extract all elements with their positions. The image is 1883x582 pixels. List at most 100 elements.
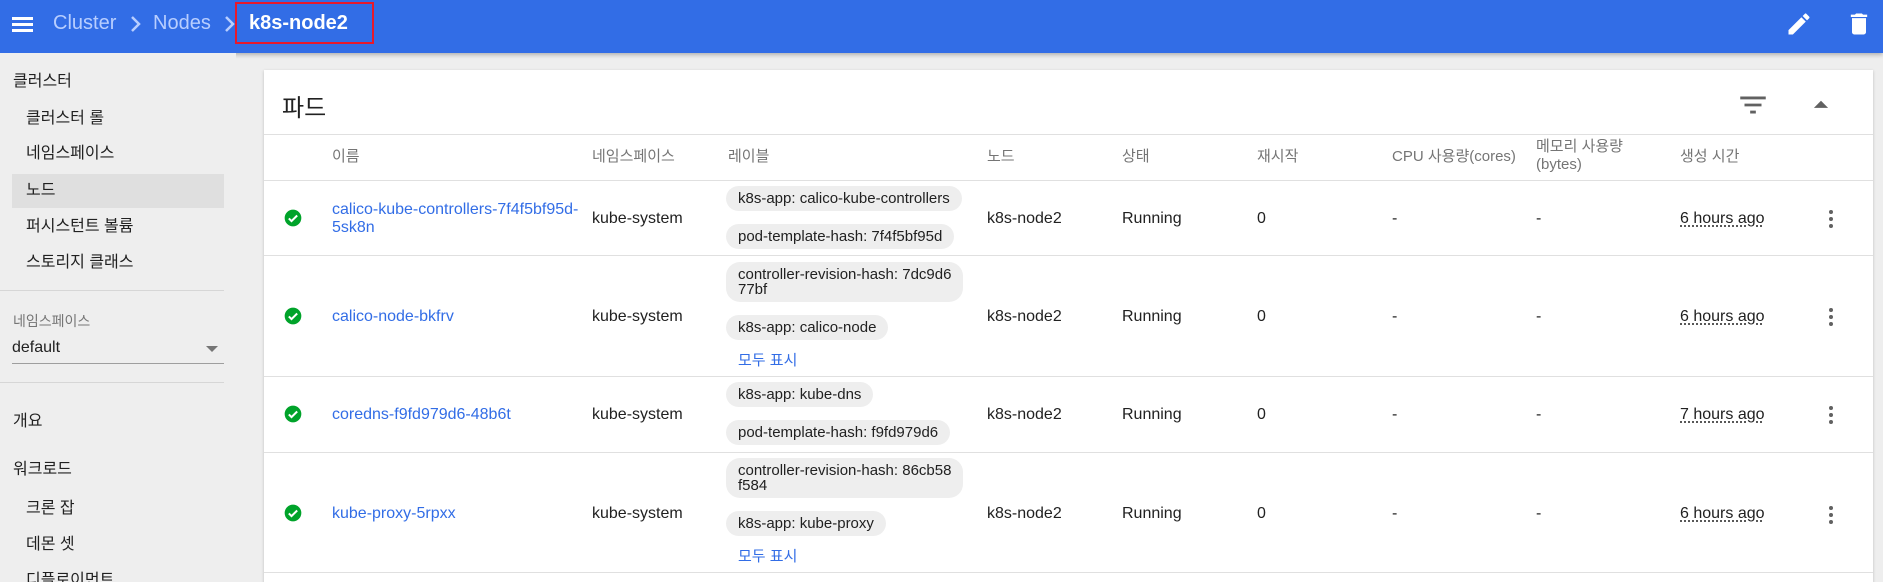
menu-icon[interactable]: [10, 12, 36, 38]
pod-restarts: 0: [1257, 406, 1266, 423]
edit-icon[interactable]: [1785, 10, 1813, 38]
header-memory: 메모리 사용량 (bytes): [1536, 138, 1623, 174]
pod-namespace: kube-system: [592, 505, 683, 522]
header-restarts[interactable]: 재시작: [1257, 148, 1298, 166]
more-vert-icon[interactable]: [1819, 305, 1843, 329]
header-name[interactable]: 이름: [332, 148, 360, 166]
pod-age: 7 hours ago: [1680, 406, 1765, 423]
pod-restarts: 0: [1257, 308, 1266, 325]
sidebar-item-namespaces[interactable]: 네임스페이스: [12, 137, 224, 171]
sidebar-item-overview[interactable]: 개요: [13, 407, 42, 431]
breadcrumb-nodes[interactable]: Nodes: [153, 12, 211, 35]
pod-namespace: kube-system: [592, 406, 683, 423]
check-circle-icon: [284, 405, 302, 423]
label-chip: k8s-app: calico-kube-controllers: [726, 186, 962, 211]
pod-name-link[interactable]: calico-kube-controllers-7f4f5bf95d- 5sk8…: [332, 201, 578, 237]
breadcrumb-cluster[interactable]: Cluster: [53, 12, 116, 35]
namespace-label: 네임스페이스: [13, 313, 91, 329]
pod-status: Running: [1122, 406, 1182, 423]
collapse-icon[interactable]: [1804, 88, 1838, 122]
pod-restarts: 0: [1257, 210, 1266, 227]
label-chip: controller-revision-hash: 86cb58 f584: [726, 458, 964, 498]
sidebar-item-cron-jobs[interactable]: 크론 잡: [12, 492, 224, 526]
check-circle-icon: [284, 209, 302, 227]
header-namespace[interactable]: 네임스페이스: [592, 148, 675, 166]
pod-status: Running: [1122, 210, 1182, 227]
header-memory-line2: (bytes): [1536, 156, 1582, 173]
header-cpu: CPU 사용량(cores): [1392, 148, 1516, 165]
pod-memory: -: [1536, 210, 1542, 227]
pod-cpu: -: [1392, 210, 1398, 227]
pod-memory: -: [1536, 308, 1542, 325]
table-row[interactable]: kube-proxy-5rpxx kube-system controller-…: [264, 453, 1873, 573]
pod-cpu: -: [1392, 505, 1398, 522]
more-vert-icon[interactable]: [1819, 503, 1843, 527]
sidebar-item-daemon-sets[interactable]: 데몬 셋: [12, 528, 224, 562]
check-circle-icon: [284, 504, 302, 522]
sidebar-divider: [0, 290, 224, 291]
sidebar-item-nodes[interactable]: 노드: [12, 174, 224, 208]
pod-status: Running: [1122, 308, 1182, 325]
card-divider: [264, 134, 1873, 135]
pod-node: k8s-node2: [987, 406, 1062, 423]
label-chip-line1: controller-revision-hash: 86cb58: [738, 462, 952, 479]
pod-namespace: kube-system: [592, 308, 683, 325]
pod-age: 6 hours ago: [1680, 505, 1765, 522]
sidebar-workloads-header[interactable]: 워크로드: [13, 455, 72, 479]
sidebar-item-persistent-volumes[interactable]: 퍼시스턴트 볼륨: [12, 210, 224, 244]
label-chip-line2: f584: [738, 477, 768, 494]
pod-namespace: kube-system: [592, 210, 683, 227]
namespace-select-value: default: [12, 339, 61, 356]
chevron-right-icon: [131, 16, 141, 32]
pod-cpu: -: [1392, 308, 1398, 325]
check-circle-icon: [284, 307, 302, 325]
sidebar-divider: [0, 382, 224, 383]
pods-card: 파드 이름 네임스페이스 레이블 노드 상태 재시작 CPU 사용량(cores…: [264, 70, 1873, 582]
pod-cpu: -: [1392, 406, 1398, 423]
table-row[interactable]: coredns-f9fd979d6-48b6t kube-system k8s-…: [264, 377, 1873, 453]
header-node[interactable]: 노드: [987, 148, 1015, 166]
caret-down-icon: [206, 346, 218, 352]
more-vert-icon[interactable]: [1819, 207, 1843, 231]
label-chip: k8s-app: kube-proxy: [726, 511, 886, 536]
pod-node: k8s-node2: [987, 505, 1062, 522]
breadcrumb-current: k8s-node2: [235, 2, 374, 44]
pod-name-link[interactable]: calico-node-bkfrv: [332, 308, 454, 326]
pod-name-line1: calico-kube-controllers-7f4f5bf95d-: [332, 201, 579, 218]
pod-restarts: 0: [1257, 505, 1266, 522]
table-row[interactable]: calico-node-bkfrv kube-system controller…: [264, 256, 1873, 377]
label-chip: pod-template-hash: f9fd979d6: [726, 420, 951, 445]
label-chip: controller-revision-hash: 7dc9d6 77bf: [726, 262, 964, 302]
header-created[interactable]: 생성 시간: [1680, 148, 1739, 166]
delete-icon[interactable]: [1845, 10, 1873, 38]
label-chip: k8s-app: calico-node: [726, 315, 889, 340]
filter-icon[interactable]: [1736, 88, 1770, 122]
table-row[interactable]: calico-kube-controllers-7f4f5bf95d- 5sk8…: [264, 181, 1873, 256]
show-all-labels-link[interactable]: 모두 표시: [738, 349, 797, 370]
label-chip: pod-template-hash: 7f4f5bf95d: [726, 224, 955, 249]
sidebar-item-deployments[interactable]: 디플로이먼트: [12, 564, 224, 582]
card-title: 파드: [282, 95, 327, 122]
pod-status: Running: [1122, 505, 1182, 522]
sidebar-cluster-header[interactable]: 클러스터: [13, 67, 72, 91]
label-chip: k8s-app: kube-dns: [726, 382, 874, 407]
more-vert-icon[interactable]: [1819, 403, 1843, 427]
pod-name-link[interactable]: coredns-f9fd979d6-48b6t: [332, 406, 511, 424]
pod-memory: -: [1536, 406, 1542, 423]
show-all-labels-link[interactable]: 모두 표시: [738, 545, 797, 566]
pod-name-line2: 5sk8n: [332, 219, 375, 236]
top-toolbar: Cluster Nodes k8s-node2: [0, 0, 1883, 53]
namespace-select[interactable]: default: [12, 334, 224, 364]
header-labels: 레이블: [728, 148, 770, 165]
header-memory-line1: 메모리 사용량: [1536, 138, 1623, 155]
pod-memory: -: [1536, 505, 1542, 522]
label-chip-line2: 77bf: [738, 281, 768, 298]
label-chip-line1: controller-revision-hash: 7dc9d6: [738, 266, 952, 283]
pod-node: k8s-node2: [987, 210, 1062, 227]
sidebar-item-cluster-roles[interactable]: 클러스터 롤: [12, 102, 224, 136]
sidebar-item-storage-classes[interactable]: 스토리지 클래스: [12, 246, 224, 280]
header-status[interactable]: 상태: [1122, 148, 1150, 166]
pod-age: 6 hours ago: [1680, 308, 1765, 325]
pod-name-link[interactable]: kube-proxy-5rpxx: [332, 505, 456, 523]
pod-node: k8s-node2: [987, 308, 1062, 325]
